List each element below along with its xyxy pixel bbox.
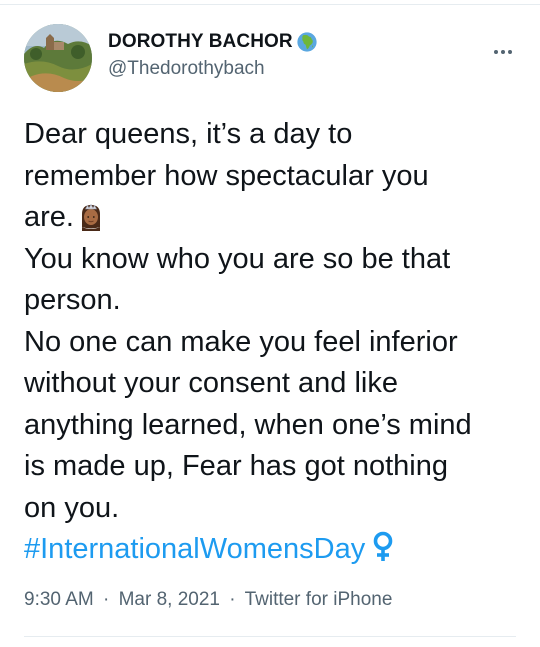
princess-crown-emoji-icon	[81, 203, 100, 231]
meta-separator: ·	[103, 589, 110, 610]
tweet-line: are.	[24, 197, 524, 239]
tweet-line: anything learned, when one’s mind	[24, 408, 472, 441]
tweet-line: You know who you are so be that	[24, 242, 451, 275]
globe-africa-icon	[297, 32, 317, 52]
avatar[interactable]	[24, 24, 92, 92]
tweet-line-text: are.	[24, 201, 74, 233]
tweet-meta: 9:30 AM · Mar 8, 2021 · Twitter for iPho…	[24, 589, 392, 611]
tweet-text: Dear queens, it’s a day to remember how …	[24, 114, 524, 571]
tweet-card: DOROTHY BACHOR @Thedorothybach Dear quee…	[0, 0, 540, 647]
display-name[interactable]: DOROTHY BACHOR	[108, 31, 293, 53]
author-name-row[interactable]: DOROTHY BACHOR	[108, 30, 318, 54]
author-handle[interactable]: @Thedorothybach	[108, 58, 265, 80]
tweet-time[interactable]: 9:30 AM	[24, 589, 94, 610]
tweet-line: Dear queens, it’s a day to	[24, 118, 353, 150]
more-options-button[interactable]	[488, 40, 518, 64]
hashtag-line: #InternationalWomensDay	[24, 529, 524, 571]
tweet-line: person.	[24, 284, 121, 316]
tweet-line: is made up, Fear has got nothing	[24, 450, 448, 482]
landscape-photo-avatar	[24, 24, 92, 92]
tweet-source[interactable]: Twitter for iPhone	[245, 589, 393, 610]
hashtag-link[interactable]: #InternationalWomensDay	[24, 533, 365, 565]
bottom-divider	[24, 636, 516, 637]
meta-separator: ·	[229, 589, 236, 610]
tweet-line: No one can make you feel inferior	[24, 325, 458, 358]
female-sign-icon	[373, 531, 393, 561]
tweet-date[interactable]: Mar 8, 2021	[119, 589, 220, 610]
tweet-line: without your consent and like	[24, 367, 398, 399]
tweet-line: on you.	[24, 491, 120, 524]
tweet-line: remember how spectacular you	[24, 159, 429, 192]
ellipsis-icon	[494, 50, 498, 54]
